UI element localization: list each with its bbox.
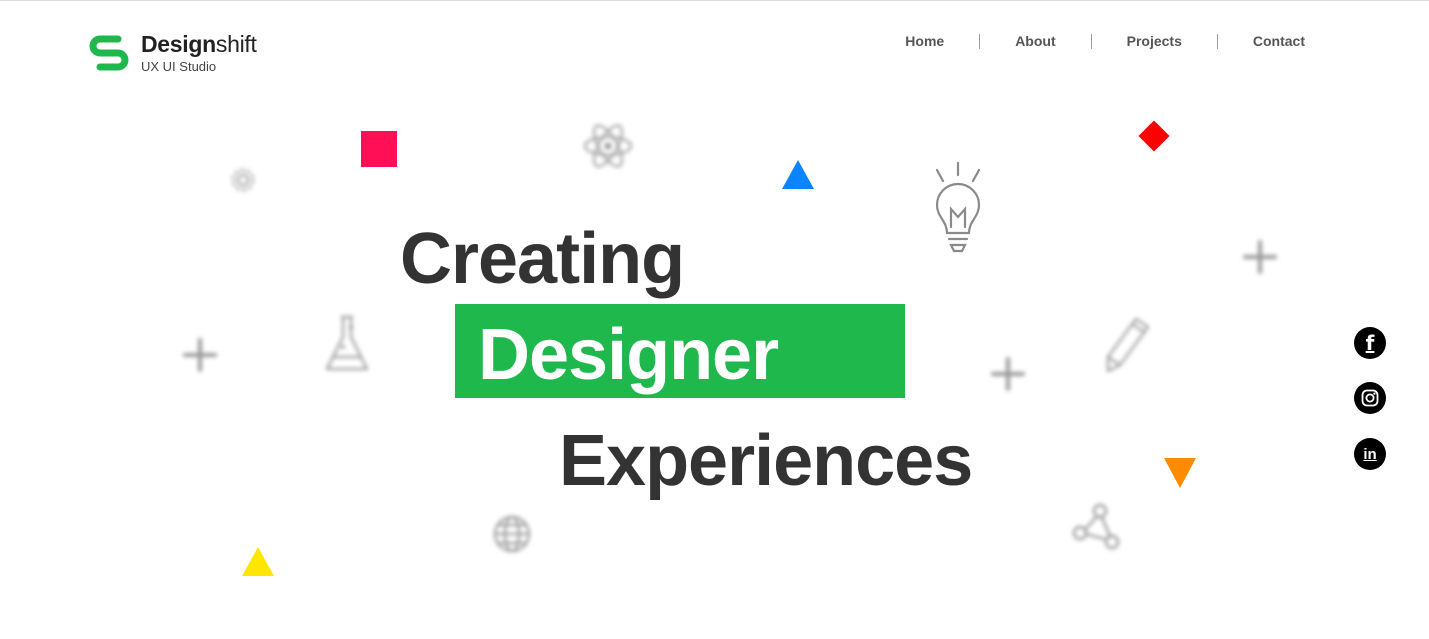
main-nav: Home About Projects Contact (870, 33, 1305, 49)
hero-line-experiences: Experiences (559, 421, 973, 501)
lightbulb-icon (935, 161, 981, 253)
hero-line-designer: Designer (478, 315, 779, 395)
plus-icon (1243, 240, 1277, 274)
yellow-triangle-shape (242, 547, 274, 576)
instagram-icon (1361, 389, 1379, 407)
gear-icon (231, 168, 255, 192)
red-diamond-shape (1138, 120, 1170, 152)
linkedin-icon: in (1363, 445, 1377, 463)
logo[interactable]: Designshift UX UI Studio (89, 31, 257, 75)
facebook-link[interactable]: f (1354, 327, 1386, 359)
plus-icon (183, 338, 217, 372)
pink-square-shape (361, 131, 397, 167)
flask-icon (325, 315, 369, 371)
linkedin-link[interactable]: in (1354, 438, 1386, 470)
blue-triangle-shape (782, 160, 814, 189)
brand-name: Designshift (141, 33, 257, 56)
brand-name-light: shift (215, 31, 257, 57)
orange-triangle-shape (1164, 458, 1196, 488)
facebook-icon: f (1365, 331, 1375, 355)
logo-mark-icon (89, 35, 129, 71)
brand-name-bold: Design (141, 31, 216, 57)
share-icon (1072, 503, 1120, 550)
hero-line-creating: Creating (400, 219, 685, 299)
pencil-icon (1106, 317, 1150, 373)
nav-contact[interactable]: Contact (1218, 33, 1305, 49)
instagram-link[interactable] (1354, 382, 1386, 414)
plus-icon (991, 357, 1025, 391)
atom-icon (584, 124, 632, 168)
nav-home[interactable]: Home (870, 33, 979, 49)
brand-tagline: UX UI Studio (141, 59, 217, 74)
nav-about[interactable]: About (980, 33, 1090, 49)
nav-projects[interactable]: Projects (1092, 33, 1217, 49)
globe-icon (493, 515, 531, 553)
